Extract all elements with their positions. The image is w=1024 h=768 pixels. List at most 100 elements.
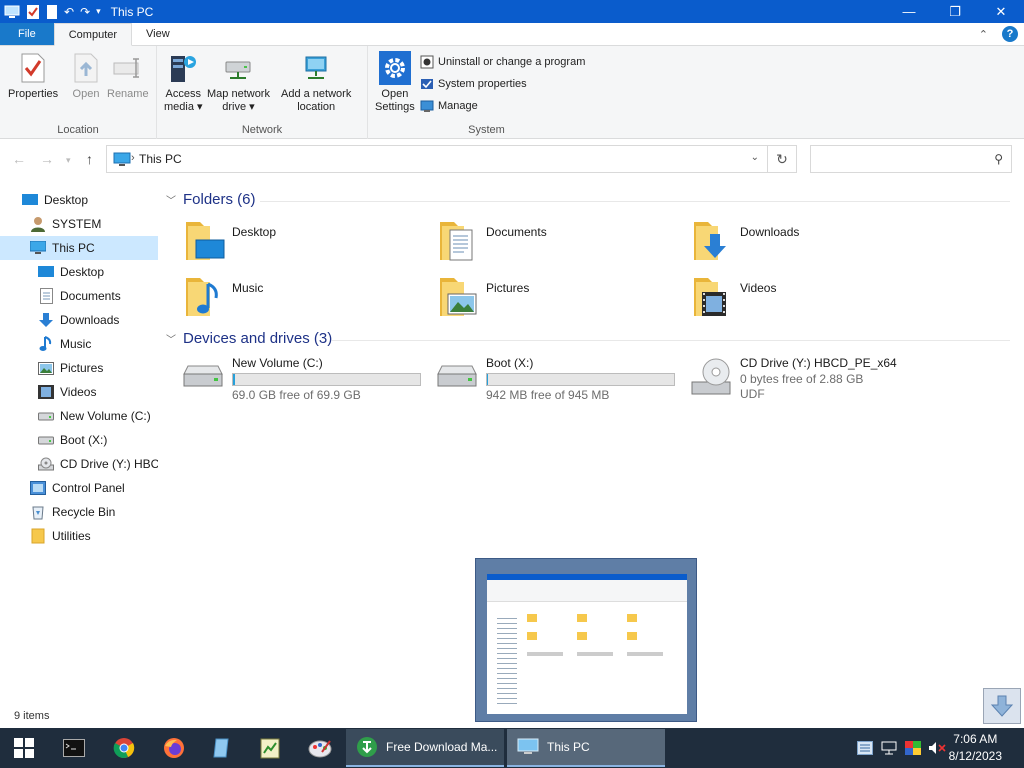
tray-keyboard-icon[interactable] [854,728,876,768]
taskbar-chrome[interactable] [100,728,148,768]
command-prompt-icon [63,739,85,757]
help-icon[interactable]: ? [1002,26,1018,42]
nav-item-documents[interactable]: Documents [0,284,158,308]
open-button[interactable]: Open [69,50,103,101]
taskbar-firefox[interactable] [150,728,198,768]
nav-item-system-user[interactable]: SYSTEM [0,212,158,236]
user-icon [31,217,45,232]
manage-icon [420,100,434,112]
access-media-button[interactable]: Access media ▾ [164,50,203,114]
taskbar-clock[interactable]: 7:06 AM 8/12/2023 [949,731,1002,765]
drive-usage-fill [233,374,236,385]
documents-folder-icon [440,222,473,261]
nav-item-this-pc[interactable]: This PC [0,236,158,260]
nav-item-new-volume-c[interactable]: New Volume (C:) [0,404,158,428]
nav-item-music[interactable]: Music [0,332,158,356]
folder-tile-desktop[interactable]: Desktop [182,218,422,268]
taskbar-task-this-pc[interactable]: This PC [507,729,665,767]
nav-item-control-panel[interactable]: Control Panel [0,476,158,500]
keyboard-layout-icon [857,741,873,755]
collapse-ribbon-icon[interactable]: ⌃ [979,28,988,41]
folders-collapse-chevron-icon[interactable]: ﹀ [166,192,176,207]
address-dropdown-icon[interactable]: ⌄ [751,152,759,163]
nav-item-cd-drive-y[interactable]: CD Drive (Y:) HBC [0,452,158,476]
folder-tile-downloads[interactable]: Downloads [690,218,930,268]
back-arrow-icon[interactable]: ← [12,151,26,167]
uninstall-program-button[interactable]: Uninstall or change a program [420,53,585,71]
tray-network-icon[interactable] [878,728,900,768]
taskbar-paint[interactable] [296,728,344,768]
cd-drive-icon [691,358,731,395]
tab-computer[interactable]: Computer [53,23,133,46]
system-properties-button[interactable]: System properties [420,75,527,93]
taskbar-command-prompt[interactable] [50,728,98,768]
maximize-button[interactable]: ❐ [932,0,978,23]
this-pc-icon [4,5,20,18]
rename-button[interactable]: Rename [107,50,149,101]
breadcrumb-this-pc[interactable]: This PC [139,152,182,166]
nav-item-videos[interactable]: Videos [0,380,158,404]
breadcrumb-separator-icon[interactable]: › [131,152,135,164]
nav-item-desktop-root[interactable]: Desktop [0,188,158,212]
drive-tile-new-volume-c[interactable]: New Volume (C:) 69.0 GB free of 69.9 GB [180,356,430,404]
folder-tile-videos[interactable]: Videos [690,274,930,324]
forward-arrow-icon[interactable]: → [40,151,54,167]
folder-tile-music[interactable]: Music [182,274,422,324]
status-bar-item-count: 9 items [14,710,50,722]
hard-drive-icon [437,365,477,387]
chart-notepad-icon [260,738,280,759]
add-network-location-button[interactable]: Add a network location [281,50,351,114]
up-arrow-icon[interactable]: ↑ [86,151,93,167]
nav-item-downloads[interactable]: Downloads [0,308,158,332]
folders-group-header[interactable]: ﹀ Folders (6) [166,191,256,208]
taskbar-app-glass[interactable] [198,728,246,768]
drive-tile-cd-drive-y[interactable]: CD Drive (Y:) HBCD_PE_x64 0 bytes free o… [688,356,938,404]
tab-file[interactable]: File [0,23,54,45]
title-bar: ↶ ↷ ▾ This PC — ❐ ✕ [0,0,1024,23]
minimize-button[interactable]: — [886,0,932,23]
tray-volume-muted-icon[interactable] [926,728,948,768]
show-desktop-button[interactable] [983,688,1021,724]
manage-button[interactable]: Manage [420,97,478,115]
map-network-drive-button[interactable]: Map network drive ▾ [207,50,270,114]
open-settings-button[interactable]: Open Settings [375,50,415,114]
nav-item-utilities[interactable]: Utilities [0,524,158,548]
address-bar[interactable]: › This PC ⌄ [106,145,768,173]
customize-chevron-icon[interactable]: ▾ [96,6,101,17]
undo-icon[interactable]: ↶ [64,5,74,19]
network-icon [881,741,897,755]
nav-item-boot-x[interactable]: Boot (X:) [0,428,158,452]
taskbar-notepad-chart[interactable] [246,728,294,768]
close-button[interactable]: ✕ [978,0,1024,23]
folder-tile-pictures[interactable]: Pictures [436,274,676,324]
navigation-pane: Desktop SYSTEM This PC Desktop Documents… [0,188,158,708]
download-arrow-icon [990,695,1014,717]
search-icon[interactable]: ⚲ [994,152,1003,166]
map-network-drive-icon [225,61,251,79]
taskbar-thumbnail-preview[interactable] [475,558,697,722]
search-input[interactable] [815,150,985,168]
tray-color-icon[interactable] [902,728,924,768]
tab-view[interactable]: View [132,23,184,45]
drives-collapse-chevron-icon[interactable]: ﹀ [166,331,176,346]
ribbon: Properties Open Rename Location Access m… [0,46,1024,139]
properties-quick-icon[interactable] [26,4,40,20]
drives-group-header[interactable]: ﹀ Devices and drives (3) [166,330,332,347]
redo-icon[interactable]: ↷ [80,5,90,19]
taskbar-task-free-download-manager[interactable]: Free Download Ma... [346,729,504,767]
properties-button[interactable]: Properties [8,50,58,101]
refresh-button[interactable]: ↻ [767,145,797,173]
drive-tile-boot-x[interactable]: Boot (X:) 942 MB free of 945 MB [434,356,684,404]
folder-tile-documents[interactable]: Documents [436,218,676,268]
nav-item-recycle-bin[interactable]: Recycle Bin [0,500,158,524]
desktop-icon [22,193,38,205]
start-button[interactable] [0,728,48,768]
videos-icon [38,385,54,399]
nav-item-desktop[interactable]: Desktop [0,260,158,284]
drive-icon [38,412,54,421]
recent-locations-chevron-icon[interactable]: ▾ [66,155,71,166]
nav-item-pictures[interactable]: Pictures [0,356,158,380]
search-box[interactable]: ⚲ [810,145,1012,173]
free-download-manager-icon [357,737,377,757]
new-folder-quick-icon[interactable] [46,4,58,20]
